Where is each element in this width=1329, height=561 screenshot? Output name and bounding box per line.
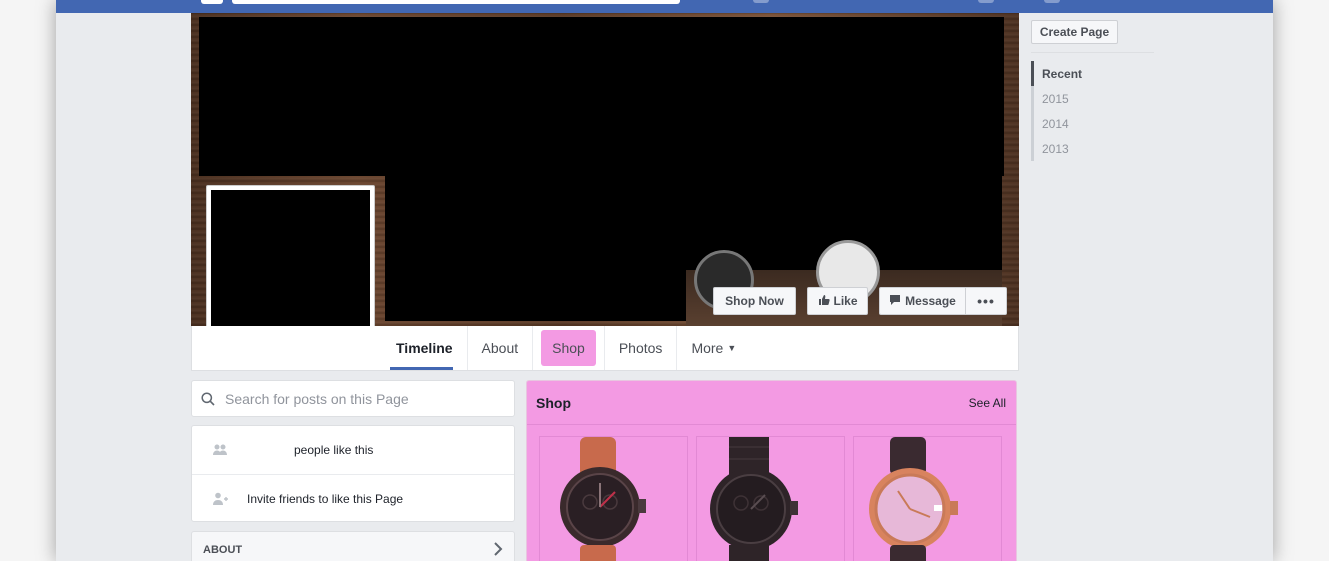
shop-now-label: Shop Now	[725, 294, 784, 308]
create-page-button[interactable]: Create Page	[1031, 20, 1118, 44]
tab-photos[interactable]: Photos	[605, 326, 678, 370]
year-label: 2013	[1042, 141, 1069, 156]
tab-label: More	[691, 340, 724, 356]
tab-label: Photos	[618, 340, 663, 356]
page-tabs-bar: Timeline About Shop Photos More ▼	[191, 326, 1019, 371]
caret-down-icon: ▼	[727, 343, 737, 353]
year-link-2013[interactable]: 2013	[1031, 136, 1154, 161]
divider	[527, 424, 1016, 425]
redacted-block	[385, 270, 686, 321]
thumbs-up-icon	[818, 294, 830, 309]
invite-friends-row[interactable]: Invite friends to like this Page	[192, 474, 514, 522]
search-icon	[201, 391, 215, 406]
product-card[interactable]	[696, 436, 845, 561]
browser-window: Shop Now Like Message ••• Timeline About…	[56, 0, 1273, 561]
year-label: 2015	[1042, 91, 1069, 106]
product-list	[539, 436, 1010, 561]
message-button[interactable]: Message	[879, 287, 966, 315]
like-label: Like	[833, 294, 858, 308]
tab-shop[interactable]: Shop	[533, 326, 605, 370]
shop-section-title: Shop	[536, 395, 571, 411]
page-post-search-input[interactable]: Search for posts on this Page	[191, 380, 515, 417]
cover-action-bar: Shop Now Like Message •••	[713, 287, 1007, 315]
search-placeholder: Search for posts on this Page	[225, 390, 409, 407]
tab-label: About	[481, 340, 519, 356]
product-card[interactable]	[853, 436, 1002, 561]
like-button[interactable]: Like	[807, 287, 868, 315]
product-card[interactable]	[539, 436, 688, 561]
year-link-recent[interactable]: Recent	[1031, 61, 1154, 86]
page-tabs: Timeline About Shop Photos More ▼	[382, 326, 750, 370]
people-like-text: people like this	[294, 443, 374, 457]
shop-section: Shop See All	[526, 380, 1017, 561]
year-label: 2014	[1042, 116, 1069, 131]
create-page-label: Create Page	[1039, 25, 1110, 39]
speech-bubble-icon	[889, 294, 901, 309]
people-icon	[212, 443, 228, 457]
divider	[1031, 52, 1154, 53]
year-label: Recent	[1042, 66, 1083, 81]
watch-rose-gold-icon	[869, 437, 958, 561]
redacted-block	[385, 176, 1002, 270]
friend-requests-icon[interactable]	[753, 0, 769, 3]
add-friend-icon	[212, 492, 228, 506]
about-section-header[interactable]: ABOUT	[191, 531, 515, 561]
likes-card: people like this Invite friends to like …	[191, 425, 515, 522]
tab-about[interactable]: About	[468, 326, 534, 370]
tab-label: Timeline	[396, 340, 453, 356]
about-label: ABOUT	[203, 544, 243, 556]
redacted-block	[199, 17, 1004, 176]
tab-timeline[interactable]: Timeline	[382, 326, 468, 370]
help-icon[interactable]	[1044, 0, 1060, 3]
top-nav-bar	[56, 0, 1273, 13]
global-search-input[interactable]	[232, 0, 680, 4]
tab-label: Shop	[541, 330, 596, 366]
chevron-right-icon	[492, 542, 504, 556]
shop-now-button[interactable]: Shop Now	[713, 287, 796, 315]
messages-icon[interactable]	[978, 0, 994, 3]
people-like-row[interactable]: people like this	[192, 426, 514, 474]
year-link-2014[interactable]: 2014	[1031, 111, 1154, 136]
invite-friends-link[interactable]: Invite friends to like this Page	[247, 492, 403, 506]
year-link-2015[interactable]: 2015	[1031, 86, 1154, 111]
see-all-link[interactable]: See All	[969, 396, 1006, 410]
right-column: Create Page Recent 2015 2014 2013	[1031, 20, 1154, 161]
ellipsis-icon: •••	[977, 293, 995, 309]
timeline-year-nav: Recent 2015 2014 2013	[1031, 61, 1154, 161]
message-label: Message	[905, 294, 956, 308]
more-options-button[interactable]: •••	[966, 287, 1007, 315]
watch-black-steel-icon	[710, 437, 798, 561]
tab-more[interactable]: More ▼	[677, 326, 750, 370]
watch-tan-strap-icon	[560, 437, 646, 561]
facebook-logo-icon[interactable]	[201, 0, 223, 4]
